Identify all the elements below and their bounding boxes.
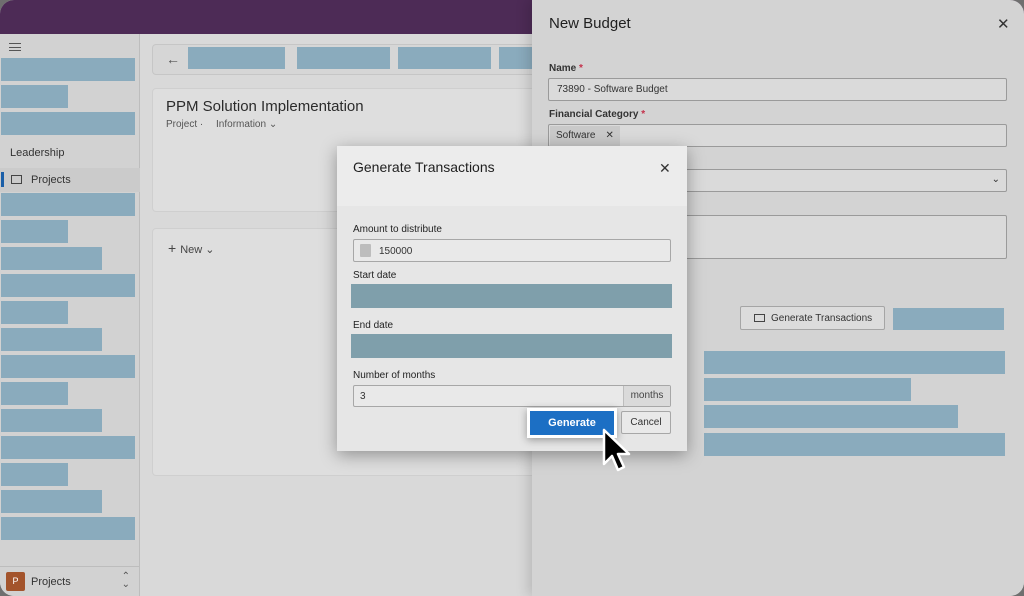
nav-item-redacted[interactable] [1, 58, 135, 81]
nav-group-heading: Leadership [10, 147, 65, 159]
form-selector[interactable]: Information ⌄ [216, 119, 277, 130]
nav-item-redacted[interactable] [1, 490, 102, 513]
entity-name: Project [166, 119, 198, 130]
new-button[interactable]: + New ⌄ [168, 240, 214, 256]
nav-item-redacted[interactable] [1, 85, 68, 108]
area-label: Projects [31, 576, 71, 588]
start-date-field[interactable] [351, 284, 672, 308]
close-icon[interactable]: ✕ [997, 15, 1010, 33]
area-tile: P [6, 572, 25, 591]
area-switcher[interactable]: P Projects ⌃ ⌄ [0, 566, 140, 596]
mouse-pointer-icon [602, 428, 631, 472]
redacted-row [704, 405, 958, 428]
command-redacted[interactable] [188, 47, 285, 69]
end-date-label: End date [353, 320, 394, 331]
nav-item-redacted[interactable] [1, 355, 135, 378]
nav-item-redacted[interactable] [1, 517, 135, 540]
months-value: 3 [360, 391, 366, 402]
left-nav: Leadership Projects P Projects ⌃ ⌄ [0, 34, 140, 596]
nav-item-redacted[interactable] [1, 220, 68, 243]
close-icon[interactable]: ✕ [659, 160, 671, 177]
category-chip[interactable]: Software ✕ [550, 126, 620, 146]
nav-item-redacted[interactable] [1, 409, 102, 432]
back-arrow-icon[interactable]: ← [166, 51, 180, 67]
projects-icon [11, 175, 22, 184]
start-date-label: Start date [353, 270, 397, 281]
name-field[interactable]: 73890 - Software Budget [548, 78, 1007, 101]
app-window: Leadership Projects P Projects ⌃ ⌄ ← PPM … [0, 0, 1024, 596]
command-redacted[interactable] [499, 47, 532, 69]
command-redacted[interactable] [398, 47, 491, 69]
page-title: PPM Solution Implementation [166, 98, 364, 115]
nav-item-redacted[interactable] [1, 328, 102, 351]
generate-transactions-button[interactable]: Generate Transactions [740, 306, 885, 330]
amount-field[interactable]: 150000 [353, 239, 671, 262]
chevron-down-icon: ⌄ [991, 174, 1000, 185]
amount-label: Amount to distribute [353, 224, 442, 235]
redacted-row [704, 378, 911, 401]
nav-item-redacted[interactable] [1, 112, 135, 135]
months-suffix: months [623, 386, 670, 406]
nav-item-redacted[interactable] [1, 382, 68, 405]
chevron-updown-icon: ⌃ ⌄ [121, 571, 130, 590]
hamburger-icon[interactable] [9, 43, 21, 51]
redacted-button[interactable] [893, 308, 1004, 330]
record-subtitle: Project · Information ⌄ [166, 119, 278, 130]
dialog-title: Generate Transactions [353, 159, 495, 175]
nav-item-redacted[interactable] [1, 301, 68, 324]
redacted-row [704, 433, 1005, 456]
end-date-field[interactable] [351, 334, 672, 358]
transactions-icon [754, 314, 765, 322]
nav-item-redacted[interactable] [1, 463, 68, 486]
nav-item-redacted[interactable] [1, 247, 102, 270]
remove-icon: ✕ [605, 130, 614, 141]
nav-item-redacted[interactable] [1, 274, 135, 297]
panel-title: New Budget [549, 15, 631, 32]
amount-value: 150000 [379, 246, 413, 257]
months-label: Number of months [353, 370, 436, 381]
sidebar-item-label: Projects [31, 174, 71, 186]
sidebar-item-projects[interactable]: Projects [0, 168, 140, 192]
selected-marker [1, 172, 4, 187]
financial-category-label: Financial Category * [549, 109, 646, 120]
nav-item-redacted[interactable] [1, 193, 135, 216]
name-label: Name * [549, 63, 583, 74]
generate-transactions-dialog: Generate Transactions ✕ Amount to distri… [337, 146, 687, 451]
plus-icon: + [168, 240, 177, 256]
nav-item-redacted[interactable] [1, 436, 135, 459]
command-redacted[interactable] [297, 47, 390, 69]
redacted-row [704, 351, 1005, 374]
currency-icon [360, 244, 371, 257]
months-field[interactable]: 3 months [353, 385, 671, 407]
